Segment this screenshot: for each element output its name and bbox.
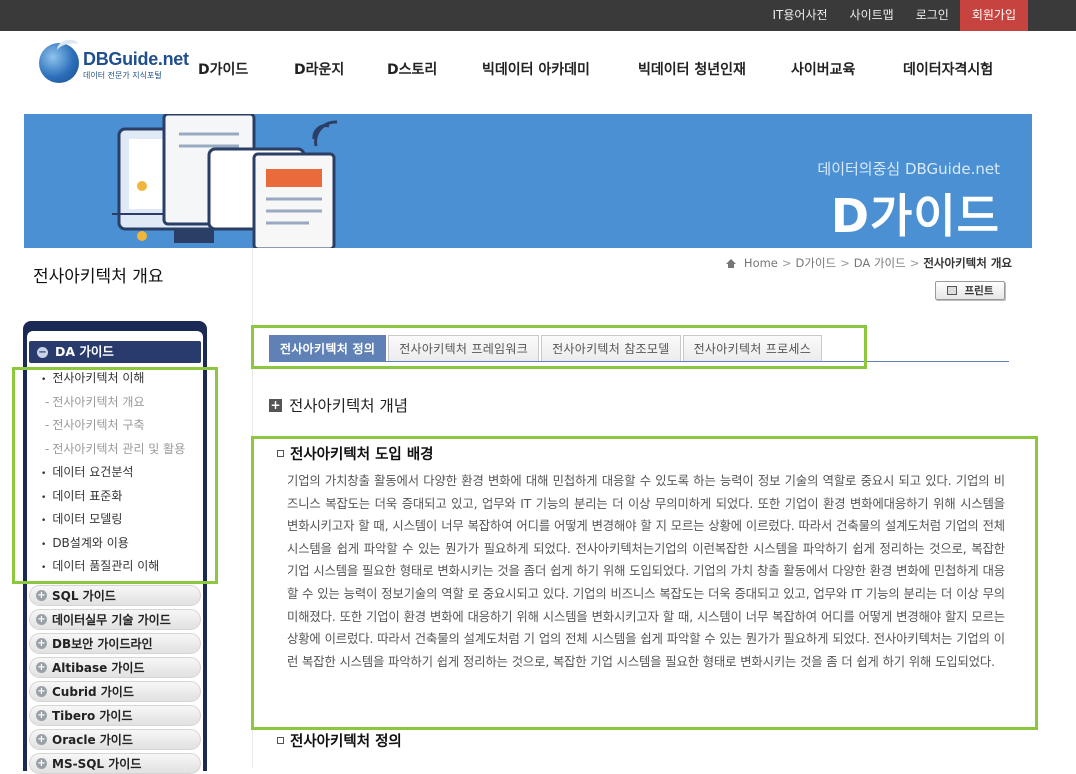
lnb-category-label: Cubrid 가이드 <box>52 684 134 699</box>
nav-bigdata-academy[interactable]: 빅데이터 아카데미 <box>482 59 638 79</box>
breadcrumb-home[interactable]: Home <box>744 256 778 270</box>
lnb-category-label: Oracle 가이드 <box>52 732 133 747</box>
print-label: 프린트 <box>964 285 994 297</box>
minus-icon: − <box>37 346 48 358</box>
breadcrumb-da-guide[interactable]: DA 가이드 <box>854 255 906 271</box>
breadcrumb-separator: > <box>781 256 792 270</box>
tab-underline <box>269 361 1009 362</box>
lnb-category-data-practice[interactable]: + 데이터실무 기술 가이드 <box>29 608 201 630</box>
left-navigation: − DA 가이드 전사아키텍처 이해 전사아키텍처 개요 전사아키텍처 구축 전… <box>23 321 207 774</box>
tab-bar: 전사아키텍처 정의 전사아키텍처 프레임워크 전사아키텍처 참조모델 전사아키텍… <box>269 335 824 361</box>
subsection-paragraph: 기업의 가치창출 활동에서 다양한 환경 변화에 대해 민첩하게 대응할 수 있… <box>287 474 1005 669</box>
join-button[interactable]: 회원가입 <box>959 0 1028 31</box>
link-sitemap[interactable]: 사이트맵 <box>839 0 905 31</box>
site-header: DBGuide.net 데이터 전문가 지식포털 D가이드 D라운지 D스토리 … <box>0 31 1076 109</box>
plus-icon: + <box>36 589 47 601</box>
tab-ea-definition[interactable]: 전사아키텍처 정의 <box>269 335 387 361</box>
nav-d-story[interactable]: D스토리 <box>387 59 482 79</box>
lnb-item-requirements[interactable]: 데이터 요건분석 <box>41 461 203 485</box>
breadcrumb: Home > D가이드 > DA 가이드 > 전사아키텍처 개요 <box>725 255 1012 271</box>
breadcrumb-current: 전사아키텍처 개요 <box>923 256 1012 270</box>
plus-box-icon: + <box>269 397 282 412</box>
print-button[interactable]: 프린트 <box>935 281 1005 300</box>
lnb-category-label: Altibase 가이드 <box>52 660 145 675</box>
left-navigation-panel: − DA 가이드 전사아키텍처 이해 전사아키텍처 개요 전사아키텍처 구축 전… <box>27 331 203 774</box>
lnb-category-mssql[interactable]: + MS-SQL 가이드 <box>29 752 201 774</box>
banner: 데이터의중심 DBGuide.net D가이드 <box>24 114 1032 248</box>
lnb-item-ea-overview[interactable]: 전사아키텍처 개요 <box>41 391 203 415</box>
lnb-category-label: MS-SQL 가이드 <box>52 756 142 771</box>
lnb-category-db-security[interactable]: + DB보안 가이드라인 <box>29 632 201 654</box>
lnb-category-sql[interactable]: + SQL 가이드 <box>29 584 201 606</box>
logo-tagline: 데이터 전문가 지식포털 <box>83 71 162 80</box>
section-title: + 전사아키텍처 개념 <box>269 394 408 416</box>
link-it-dictionary[interactable]: IT용어사전 <box>762 0 839 31</box>
plus-icon: + <box>36 733 47 745</box>
lnb-item-standardization[interactable]: 데이터 표준화 <box>41 485 203 509</box>
lnb-category-tibero[interactable]: + Tibero 가이드 <box>29 704 201 726</box>
breadcrumb-d-guide[interactable]: D가이드 <box>796 255 837 271</box>
link-login[interactable]: 로그인 <box>905 0 960 31</box>
banner-title: D가이드 <box>830 189 1000 243</box>
lnb-category-label: DB보안 가이드라인 <box>52 636 153 651</box>
logo-brand-text: DBGuide.net <box>83 49 189 69</box>
banner-subtitle: 데이터의중심 DBGuide.net <box>817 160 1000 178</box>
lnb-item-db-design[interactable]: DB설계와 이용 <box>41 532 203 556</box>
breadcrumb-separator: > <box>840 256 850 270</box>
subsection-title-text: 전사아키텍처 도입 배경 <box>290 447 434 463</box>
plus-icon: + <box>36 613 47 625</box>
banner-illustration <box>112 114 338 248</box>
lnb-category-cubrid[interactable]: + Cubrid 가이드 <box>29 680 201 702</box>
tab-ea-process[interactable]: 전사아키텍처 프로세스 <box>682 335 823 361</box>
lnb-item-quality[interactable]: 데이터 품질관리 이해 <box>41 555 203 579</box>
subsection-title-text: 전사아키텍처 정의 <box>290 734 402 750</box>
lnb-sub-list: 전사아키텍처 이해 전사아키텍처 개요 전사아키텍처 구축 전사아키텍처 관리 … <box>27 363 203 579</box>
tab-ea-reference-model[interactable]: 전사아키텍처 참조모델 <box>541 335 681 361</box>
subsection-title-background: 전사아키텍처 도입 배경 <box>277 443 434 464</box>
lnb-current-category[interactable]: − DA 가이드 <box>29 341 201 363</box>
plus-icon: + <box>36 757 47 769</box>
lnb-category-altibase[interactable]: + Altibase 가이드 <box>29 656 201 678</box>
plus-icon: + <box>36 709 47 721</box>
subsection-title-definition: 전사아키텍처 정의 <box>277 730 402 751</box>
nav-d-lounge[interactable]: D라운지 <box>294 59 387 79</box>
plus-icon: + <box>36 661 47 673</box>
lnb-category-oracle[interactable]: + Oracle 가이드 <box>29 728 201 750</box>
plus-icon: + <box>36 637 47 649</box>
main-navigation: D가이드 D라운지 D스토리 빅데이터 아카데미 빅데이터 청년인재 사이버교육… <box>198 31 993 107</box>
printer-icon <box>946 286 957 295</box>
lnb-category-label: SQL 가이드 <box>52 588 116 603</box>
nav-d-guide[interactable]: D가이드 <box>198 59 294 79</box>
lnb-category-label: 데이터실무 기술 가이드 <box>52 612 171 627</box>
square-bullet-icon <box>277 737 284 744</box>
section-title-text: 전사아키텍처 개념 <box>289 397 409 415</box>
plus-icon: + <box>36 685 47 697</box>
lnb-current-label: DA 가이드 <box>55 344 114 359</box>
tab-ea-framework[interactable]: 전사아키텍처 프레임워크 <box>388 335 540 361</box>
lnb-item-ea-manage[interactable]: 전사아키텍처 관리 및 활용 <box>41 438 203 462</box>
home-icon[interactable] <box>725 258 736 268</box>
lnb-category-label: Tibero 가이드 <box>52 708 133 723</box>
page-title: 전사아키텍처 개요 <box>33 267 164 287</box>
utility-links: IT용어사전 사이트맵 로그인 회원가입 <box>762 0 1028 31</box>
top-utility-bar: IT용어사전 사이트맵 로그인 회원가입 <box>0 0 1076 31</box>
lnb-item-modeling[interactable]: 데이터 모델링 <box>41 508 203 532</box>
nav-cyber-education[interactable]: 사이버교육 <box>791 59 903 79</box>
lnb-item-ea-understanding[interactable]: 전사아키텍처 이해 <box>41 367 203 391</box>
breadcrumb-separator: > <box>909 256 920 270</box>
main-content: Home > D가이드 > DA 가이드 > 전사아키텍처 개요 프린트 전사아… <box>252 248 1032 768</box>
nav-bigdata-youth[interactable]: 빅데이터 청년인재 <box>638 59 791 79</box>
lnb-item-ea-build[interactable]: 전사아키텍처 구축 <box>41 414 203 438</box>
site-logo[interactable]: DBGuide.net 데이터 전문가 지식포털 <box>39 37 189 91</box>
square-bullet-icon <box>277 450 284 457</box>
nav-data-certification[interactable]: 데이터자격시험 <box>903 59 993 79</box>
